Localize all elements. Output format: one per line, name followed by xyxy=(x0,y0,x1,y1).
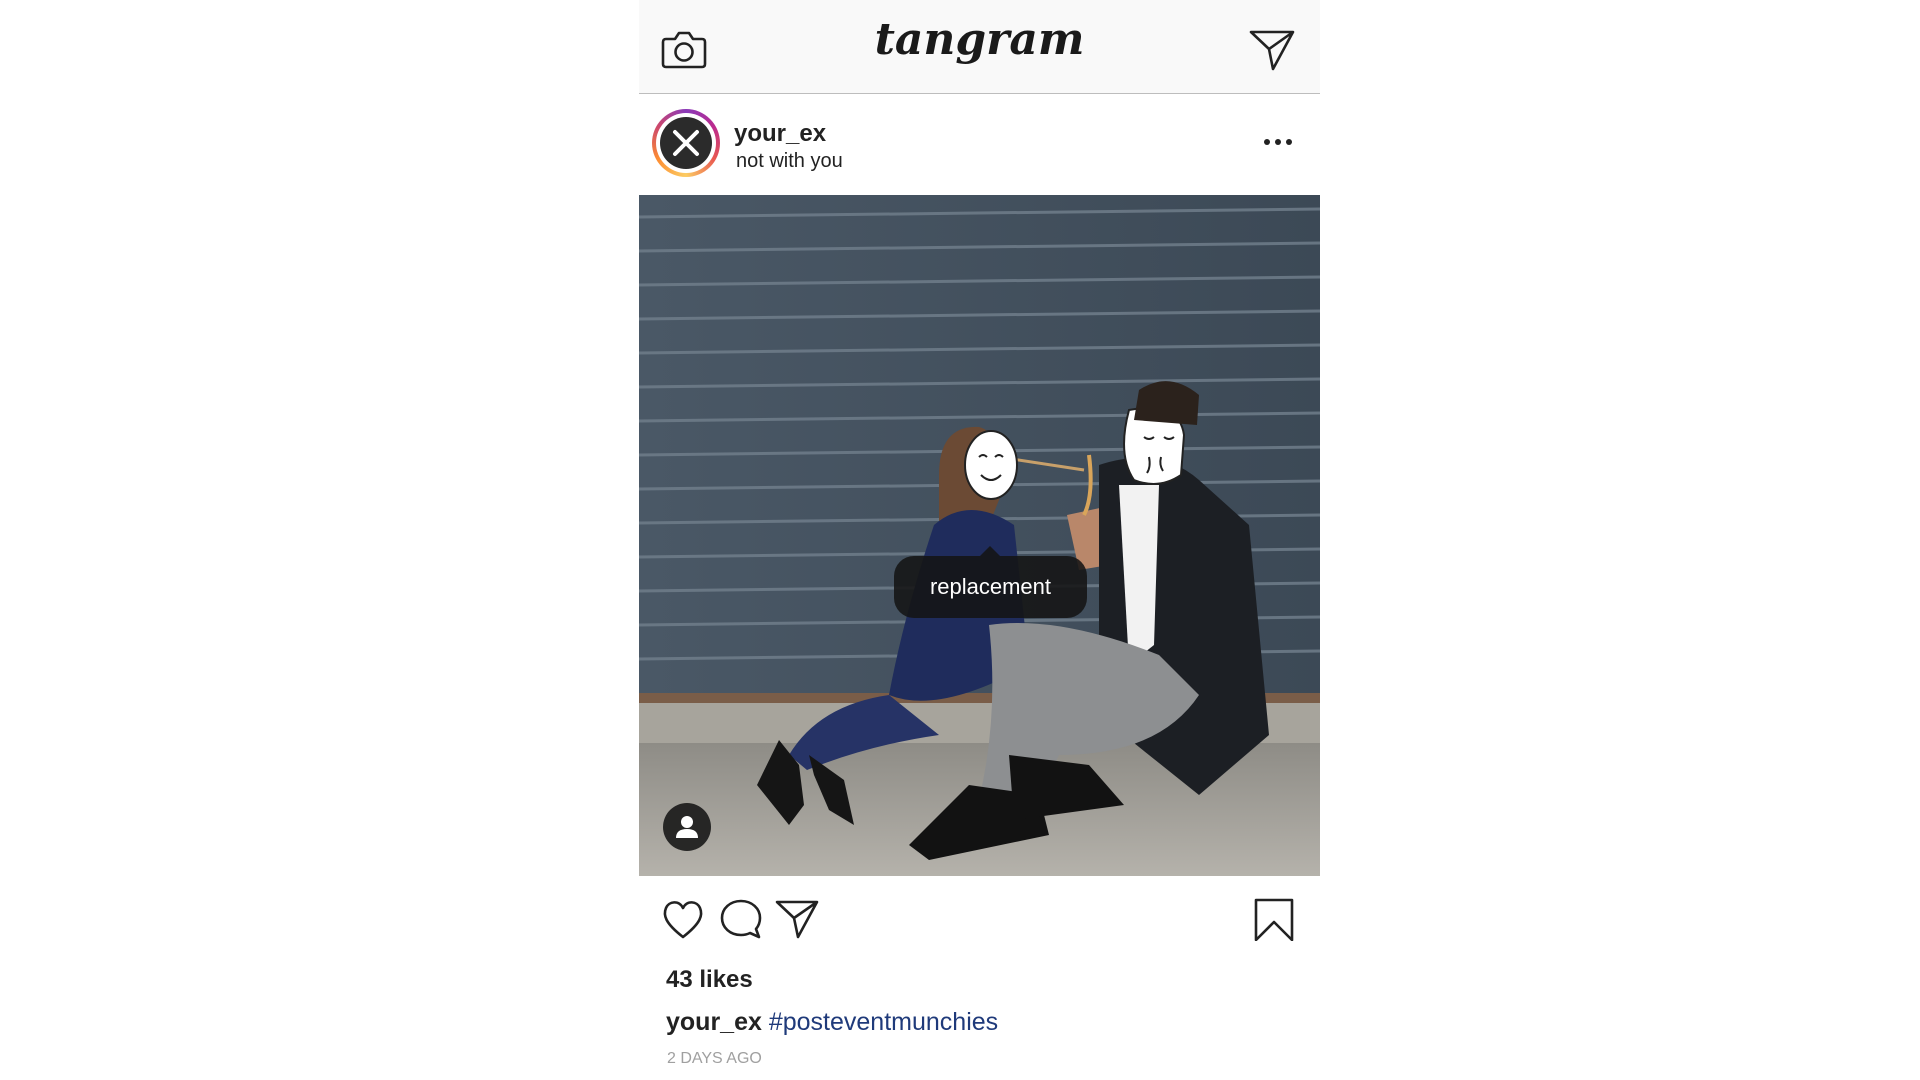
close-icon xyxy=(673,130,699,156)
phone-screen: tangram your_ex not with you replacement… xyxy=(639,0,1320,1080)
comment-bubble-icon[interactable] xyxy=(718,897,764,941)
caption-username[interactable]: your_ex xyxy=(666,1008,762,1036)
post-location[interactable]: not with you xyxy=(736,150,843,173)
photo-tag-label[interactable]: replacement xyxy=(894,546,1087,618)
paper-plane-icon[interactable] xyxy=(1248,27,1296,71)
likes-count[interactable]: 43 likes xyxy=(666,966,753,994)
user-tag-button[interactable] xyxy=(663,803,711,851)
heart-icon[interactable] xyxy=(660,897,706,941)
app-logo: tangram xyxy=(874,14,1085,65)
avatar[interactable] xyxy=(652,109,720,177)
caption-hashtag[interactable]: #posteventmunchies xyxy=(769,1008,998,1036)
top-bar: tangram xyxy=(639,0,1320,94)
post-timestamp: 2 DAYS AGO xyxy=(667,1050,762,1067)
post-actions xyxy=(639,880,1320,950)
post-username[interactable]: your_ex xyxy=(734,120,826,148)
paper-plane-icon[interactable] xyxy=(774,897,820,941)
bookmark-icon[interactable] xyxy=(1251,897,1297,942)
post-header: your_ex not with you xyxy=(639,95,1320,195)
photo-illustration xyxy=(639,195,1320,876)
person-icon xyxy=(676,816,698,838)
more-dots-icon[interactable] xyxy=(1263,135,1293,149)
post-photo[interactable]: replacement xyxy=(639,195,1320,876)
post-caption: your_ex #posteventmunchies xyxy=(666,1008,998,1037)
